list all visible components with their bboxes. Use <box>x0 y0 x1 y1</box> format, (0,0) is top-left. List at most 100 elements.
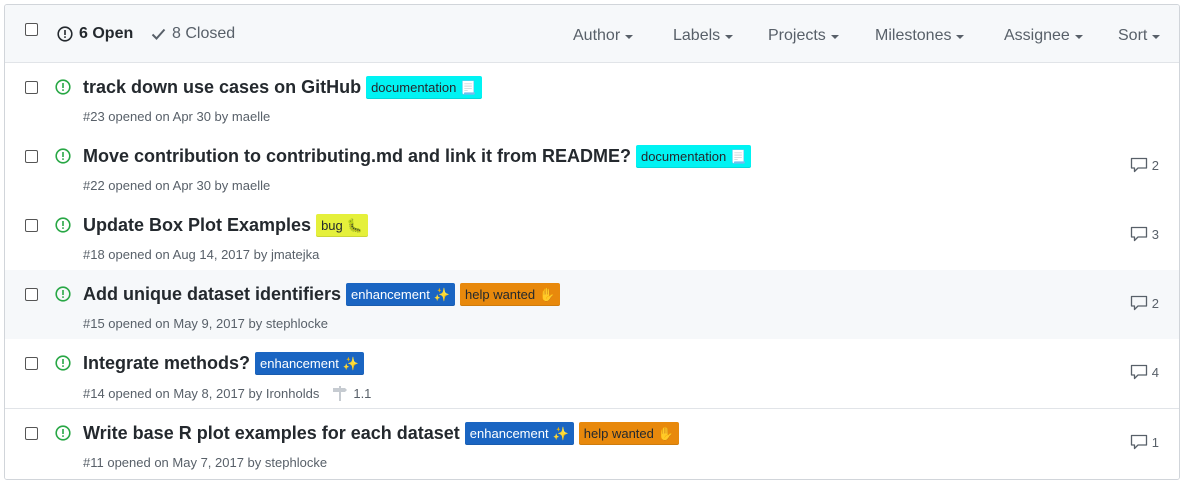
caret-down-icon <box>725 35 734 39</box>
issue-meta: #22 opened on Apr 30 by maelle <box>83 178 270 193</box>
milestones-filter-dropdown[interactable]: Milestones <box>875 27 965 45</box>
issue-meta-text: #23 opened on Apr 30 by maelle <box>83 109 271 124</box>
select-all-checkbox[interactable] <box>25 23 38 36</box>
issue-title-line: track down use cases on GitHub documenta… <box>83 76 487 99</box>
raised-hand-icon: ✋ <box>657 426 675 441</box>
caret-down-icon <box>1152 35 1161 39</box>
milestone-link[interactable]: 1.1 <box>333 385 371 401</box>
label-name: documentation <box>640 149 727 164</box>
label-help-wanted[interactable]: help wanted ✋ <box>460 283 561 306</box>
caret-down-icon <box>625 35 634 39</box>
label-documentation[interactable]: documentation 📃 <box>635 145 752 168</box>
issue-title-line: Add unique dataset identifiers enhanceme… <box>83 283 565 306</box>
issue-meta: #15 opened on May 9, 2017 by stephlocke <box>83 316 328 331</box>
issue-checkbox[interactable] <box>25 357 38 370</box>
open-issues-filter[interactable]: 6 Open <box>57 24 133 44</box>
comments-count: 3 <box>1151 226 1159 242</box>
label-name: enhancement <box>351 287 430 302</box>
caret-down-icon <box>830 35 839 39</box>
issue-title-line: Move contribution to contributing.md and… <box>83 145 756 168</box>
page-icon: 📃 <box>730 149 747 164</box>
label-name: enhancement <box>469 426 549 441</box>
projects-filter-label: Projects <box>768 27 826 44</box>
label-name: documentation <box>371 80 457 95</box>
label-name: help wanted <box>465 287 536 302</box>
issue-open-icon <box>55 425 71 441</box>
comments-link[interactable]: 3 <box>1130 226 1159 242</box>
sparkles-icon: ✨ <box>433 287 450 302</box>
issue-checkbox[interactable] <box>25 219 38 232</box>
issue-checkbox[interactable] <box>25 81 38 94</box>
issue-meta-text: #15 opened on May 9, 2017 by stephlocke <box>83 316 329 331</box>
closed-count-label: 8 Closed <box>172 25 236 42</box>
issue-title-line: Write base R plot examples for each data… <box>83 422 684 445</box>
label-help-wanted[interactable]: help wanted ✋ <box>578 422 680 445</box>
issue-meta: #14 opened on May 8, 2017 by Ironholds 1… <box>83 385 371 401</box>
label-name: help wanted <box>583 426 654 441</box>
issue-title-link[interactable]: Update Box Plot Examples <box>83 215 311 236</box>
sort-dropdown[interactable]: Sort <box>1118 27 1161 45</box>
issue-meta-text: #14 opened on May 8, 2017 by Ironholds <box>83 385 320 401</box>
open-count-label: 6 Open <box>79 25 134 42</box>
bug-icon: 🐛 <box>346 218 363 233</box>
label-name: enhancement <box>260 356 339 371</box>
comment-icon <box>1130 157 1147 173</box>
issue-title-link[interactable]: track down use cases on GitHub <box>83 77 361 98</box>
issue-checkbox[interactable] <box>25 288 38 301</box>
issue-title-link[interactable]: Integrate methods? <box>83 353 250 374</box>
issue-checkbox[interactable] <box>25 427 38 440</box>
issue-row[interactable]: Add unique dataset identifiers enhanceme… <box>5 270 1179 340</box>
closed-issues-filter[interactable]: 8 Closed <box>151 24 235 44</box>
comments-count: 4 <box>1151 364 1159 380</box>
sparkles-icon: ✨ <box>552 426 569 441</box>
caret-down-icon <box>956 35 965 39</box>
issue-title-line: Update Box Plot Examples bug 🐛 <box>83 214 373 237</box>
author-filter-label: Author <box>573 27 621 44</box>
issue-meta-text: #18 opened on Aug 14, 2017 by jmatejka <box>83 247 320 262</box>
issue-open-icon <box>55 148 71 164</box>
comments-link[interactable]: 4 <box>1130 364 1159 380</box>
label-name: bug <box>321 218 343 233</box>
sparkles-icon: ✨ <box>342 356 359 371</box>
label-documentation[interactable]: documentation 📃 <box>366 76 482 99</box>
issue-meta: #18 opened on Aug 14, 2017 by jmatejka <box>83 247 319 262</box>
author-filter-dropdown[interactable]: Author <box>573 27 634 45</box>
issue-row[interactable]: Integrate methods? enhancement ✨ #14 open… <box>5 339 1179 409</box>
projects-filter-dropdown[interactable]: Projects <box>768 27 839 45</box>
comments-count: 1 <box>1151 434 1159 450</box>
issue-row[interactable]: Update Box Plot Examples bug 🐛 #18 opened… <box>5 201 1179 271</box>
issue-row[interactable]: Write base R plot examples for each data… <box>5 409 1179 479</box>
check-icon <box>151 28 166 40</box>
issue-row[interactable]: Move contribution to contributing.md and… <box>5 132 1179 202</box>
issue-title-link[interactable]: Write base R plot examples for each data… <box>83 423 460 444</box>
label-enhancement[interactable]: enhancement ✨ <box>464 422 574 445</box>
page-icon: 📃 <box>460 80 477 95</box>
label-bug[interactable]: bug 🐛 <box>316 214 368 237</box>
issue-checkbox[interactable] <box>25 150 38 163</box>
label-enhancement[interactable]: enhancement ✨ <box>346 283 455 306</box>
issue-title-link[interactable]: Move contribution to contributing.md and… <box>83 146 631 167</box>
issue-title-link[interactable]: Add unique dataset identifiers <box>83 284 341 305</box>
raised-hand-icon: ✋ <box>539 287 556 302</box>
comments-link[interactable]: 2 <box>1130 157 1159 173</box>
issue-meta-text: #11 opened on May 7, 2017 by stephlocke <box>83 455 328 470</box>
issue-open-icon <box>55 217 71 233</box>
milestone-icon <box>333 386 348 401</box>
issue-open-icon <box>57 26 73 42</box>
sort-label: Sort <box>1118 27 1148 44</box>
issue-title-line: Integrate methods? enhancement ✨ <box>83 352 369 375</box>
milestones-filter-label: Milestones <box>875 27 952 44</box>
issue-meta-text: #22 opened on Apr 30 by maelle <box>83 178 271 193</box>
labels-filter-dropdown[interactable]: Labels <box>673 27 734 45</box>
issues-list-header: 6 Open 8 Closed Author Labels Projects M… <box>5 5 1179 63</box>
assignee-filter-label: Assignee <box>1004 27 1070 44</box>
issues-list-box: 6 Open 8 Closed Author Labels Projects M… <box>4 4 1180 480</box>
comments-link[interactable]: 1 <box>1130 434 1159 450</box>
caret-down-icon <box>1074 35 1083 39</box>
comment-icon <box>1130 364 1147 380</box>
assignee-filter-dropdown[interactable]: Assignee <box>1004 27 1083 45</box>
comments-link[interactable]: 2 <box>1130 295 1159 311</box>
label-enhancement[interactable]: enhancement ✨ <box>255 352 364 375</box>
issue-row[interactable]: track down use cases on GitHub documenta… <box>5 63 1179 133</box>
comment-icon <box>1130 434 1147 450</box>
